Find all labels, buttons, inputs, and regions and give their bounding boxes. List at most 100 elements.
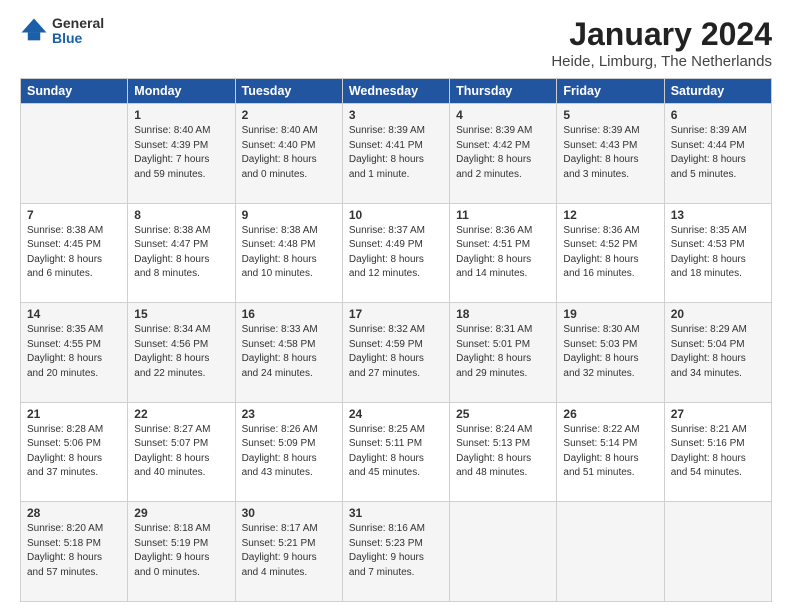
day-detail: Sunrise: 8:22 AMSunset: 5:14 PMDaylight:… — [563, 424, 639, 479]
day-cell: 23 Sunrise: 8:26 AMSunset: 5:09 PMDayligh… — [235, 402, 342, 502]
day-cell: 2Sunrise: 8:40 AMSunset: 4:40 PMDaylight… — [235, 104, 342, 204]
header-day-monday: Monday — [128, 79, 235, 104]
day-detail: Sunrise: 8:39 AMSunset: 4:44 PMDaylight:… — [671, 125, 747, 180]
day-detail: Sunrise: 8:38 AMSunset: 4:47 PMDaylight:… — [134, 225, 210, 280]
day-cell: 25Sunrise: 8:24 AMSunset: 5:13 PMDayligh… — [450, 402, 557, 502]
day-cell: 17Sunrise: 8:32 AMSunset: 4:59 PMDayligh… — [342, 303, 449, 403]
day-detail: Sunrise: 8:21 AMSunset: 5:16 PMDaylight:… — [671, 424, 747, 479]
day-detail: Sunrise: 8:38 AMSunset: 4:48 PMDaylight:… — [242, 225, 318, 280]
day-detail: Sunrise: 8:35 AMSunset: 4:53 PMDaylight:… — [671, 225, 747, 280]
day-number: 18 — [456, 307, 550, 321]
day-detail: Sunrise: 8:29 AMSunset: 5:04 PMDaylight:… — [671, 324, 747, 379]
day-number: 15 — [134, 307, 228, 321]
day-detail: Sunrise: 8:26 AMSunset: 5:09 PMDaylight:… — [242, 424, 318, 479]
header-day-wednesday: Wednesday — [342, 79, 449, 104]
logo-icon — [20, 17, 48, 45]
day-cell: 13 Sunrise: 8:35 AMSunset: 4:53 PMDayligh… — [664, 203, 771, 303]
day-cell: 29Sunrise: 8:18 AMSunset: 5:19 PMDayligh… — [128, 502, 235, 602]
day-cell: 24Sunrise: 8:25 AMSunset: 5:11 PMDayligh… — [342, 402, 449, 502]
day-cell: 4Sunrise: 8:39 AMSunset: 4:42 PMDaylight… — [450, 104, 557, 204]
day-detail: Sunrise: 8:34 AMSunset: 4:56 PMDaylight:… — [134, 324, 210, 379]
day-cell: 28Sunrise: 8:20 AMSunset: 5:18 PMDayligh… — [21, 502, 128, 602]
day-detail: Sunrise: 8:36 AMSunset: 4:51 PMDaylight:… — [456, 225, 532, 280]
header: General Blue January 2024 Heide, Limburg… — [20, 16, 772, 70]
day-number: 6 — [671, 108, 765, 122]
logo-general: General — [52, 16, 104, 31]
day-number: 12 — [563, 208, 657, 222]
day-detail: Sunrise: 8:39 AMSunset: 4:43 PMDaylight:… — [563, 125, 639, 180]
day-cell: 10Sunrise: 8:37 AMSunset: 4:49 PMDayligh… — [342, 203, 449, 303]
day-number: 8 — [134, 208, 228, 222]
day-cell: 18 Sunrise: 8:31 AMSunset: 5:01 PMDayligh… — [450, 303, 557, 403]
day-cell: 3Sunrise: 8:39 AMSunset: 4:41 PMDaylight… — [342, 104, 449, 204]
day-cell: 16 Sunrise: 8:33 AMSunset: 4:58 PMDayligh… — [235, 303, 342, 403]
day-cell: 6 Sunrise: 8:39 AMSunset: 4:44 PMDaylight… — [664, 104, 771, 204]
page: General Blue January 2024 Heide, Limburg… — [0, 0, 792, 612]
week-row-3: 21Sunrise: 8:28 AMSunset: 5:06 PMDayligh… — [21, 402, 772, 502]
header-day-saturday: Saturday — [664, 79, 771, 104]
day-cell: 15 Sunrise: 8:34 AMSunset: 4:56 PMDayligh… — [128, 303, 235, 403]
day-cell: 11 Sunrise: 8:36 AMSunset: 4:51 PMDayligh… — [450, 203, 557, 303]
day-number: 23 — [242, 407, 336, 421]
day-number: 2 — [242, 108, 336, 122]
day-cell: 1Sunrise: 8:40 AMSunset: 4:39 PMDaylight… — [128, 104, 235, 204]
logo: General Blue — [20, 16, 104, 47]
day-cell: 22 Sunrise: 8:27 AMSunset: 5:07 PMDayligh… — [128, 402, 235, 502]
day-detail: Sunrise: 8:35 AMSunset: 4:55 PMDaylight:… — [27, 324, 103, 379]
day-number: 16 — [242, 307, 336, 321]
day-detail: Sunrise: 8:17 AMSunset: 5:21 PMDaylight:… — [242, 523, 318, 578]
day-detail: Sunrise: 8:33 AMSunset: 4:58 PMDaylight:… — [242, 324, 318, 379]
day-detail: Sunrise: 8:32 AMSunset: 4:59 PMDaylight:… — [349, 324, 425, 379]
day-cell: 5 Sunrise: 8:39 AMSunset: 4:43 PMDaylight… — [557, 104, 664, 204]
day-cell — [450, 502, 557, 602]
day-cell — [664, 502, 771, 602]
header-day-thursday: Thursday — [450, 79, 557, 104]
day-cell: 19Sunrise: 8:30 AMSunset: 5:03 PMDayligh… — [557, 303, 664, 403]
day-number: 28 — [27, 506, 121, 520]
week-row-0: 1Sunrise: 8:40 AMSunset: 4:39 PMDaylight… — [21, 104, 772, 204]
day-cell: 8 Sunrise: 8:38 AMSunset: 4:47 PMDaylight… — [128, 203, 235, 303]
header-day-tuesday: Tuesday — [235, 79, 342, 104]
day-number: 5 — [563, 108, 657, 122]
day-number: 11 — [456, 208, 550, 222]
day-cell: 7Sunrise: 8:38 AMSunset: 4:45 PMDaylight… — [21, 203, 128, 303]
day-number: 20 — [671, 307, 765, 321]
week-row-4: 28Sunrise: 8:20 AMSunset: 5:18 PMDayligh… — [21, 502, 772, 602]
day-detail: Sunrise: 8:16 AMSunset: 5:23 PMDaylight:… — [349, 523, 425, 578]
day-number: 21 — [27, 407, 121, 421]
logo-blue: Blue — [52, 31, 104, 46]
day-cell: 14 Sunrise: 8:35 AMSunset: 4:55 PMDayligh… — [21, 303, 128, 403]
day-detail: Sunrise: 8:39 AMSunset: 4:42 PMDaylight:… — [456, 125, 532, 180]
day-number: 22 — [134, 407, 228, 421]
day-cell: 9Sunrise: 8:38 AMSunset: 4:48 PMDaylight… — [235, 203, 342, 303]
day-number: 31 — [349, 506, 443, 520]
week-row-2: 14 Sunrise: 8:35 AMSunset: 4:55 PMDayligh… — [21, 303, 772, 403]
day-number: 30 — [242, 506, 336, 520]
logo-text: General Blue — [52, 16, 104, 47]
title-location: Heide, Limburg, The Netherlands — [551, 53, 772, 70]
day-number: 26 — [563, 407, 657, 421]
day-number: 27 — [671, 407, 765, 421]
day-number: 1 — [134, 108, 228, 122]
day-detail: Sunrise: 8:37 AMSunset: 4:49 PMDaylight:… — [349, 225, 425, 280]
header-day-friday: Friday — [557, 79, 664, 104]
calendar: SundayMondayTuesdayWednesdayThursdayFrid… — [20, 78, 772, 602]
day-detail: Sunrise: 8:25 AMSunset: 5:11 PMDaylight:… — [349, 424, 425, 479]
day-detail: Sunrise: 8:39 AMSunset: 4:41 PMDaylight:… — [349, 125, 425, 180]
day-cell: 31 Sunrise: 8:16 AMSunset: 5:23 PMDayligh… — [342, 502, 449, 602]
day-detail: Sunrise: 8:31 AMSunset: 5:01 PMDaylight:… — [456, 324, 532, 379]
day-cell: 20 Sunrise: 8:29 AMSunset: 5:04 PMDayligh… — [664, 303, 771, 403]
day-number: 7 — [27, 208, 121, 222]
day-cell: 12Sunrise: 8:36 AMSunset: 4:52 PMDayligh… — [557, 203, 664, 303]
day-number: 13 — [671, 208, 765, 222]
day-cell: 26 Sunrise: 8:22 AMSunset: 5:14 PMDayligh… — [557, 402, 664, 502]
day-cell — [557, 502, 664, 602]
header-day-sunday: Sunday — [21, 79, 128, 104]
day-number: 29 — [134, 506, 228, 520]
day-cell: 27 Sunrise: 8:21 AMSunset: 5:16 PMDayligh… — [664, 402, 771, 502]
day-number: 14 — [27, 307, 121, 321]
day-cell: 30 Sunrise: 8:17 AMSunset: 5:21 PMDayligh… — [235, 502, 342, 602]
title-block: January 2024 Heide, Limburg, The Netherl… — [551, 16, 772, 70]
day-detail: Sunrise: 8:27 AMSunset: 5:07 PMDaylight:… — [134, 424, 210, 479]
day-number: 25 — [456, 407, 550, 421]
